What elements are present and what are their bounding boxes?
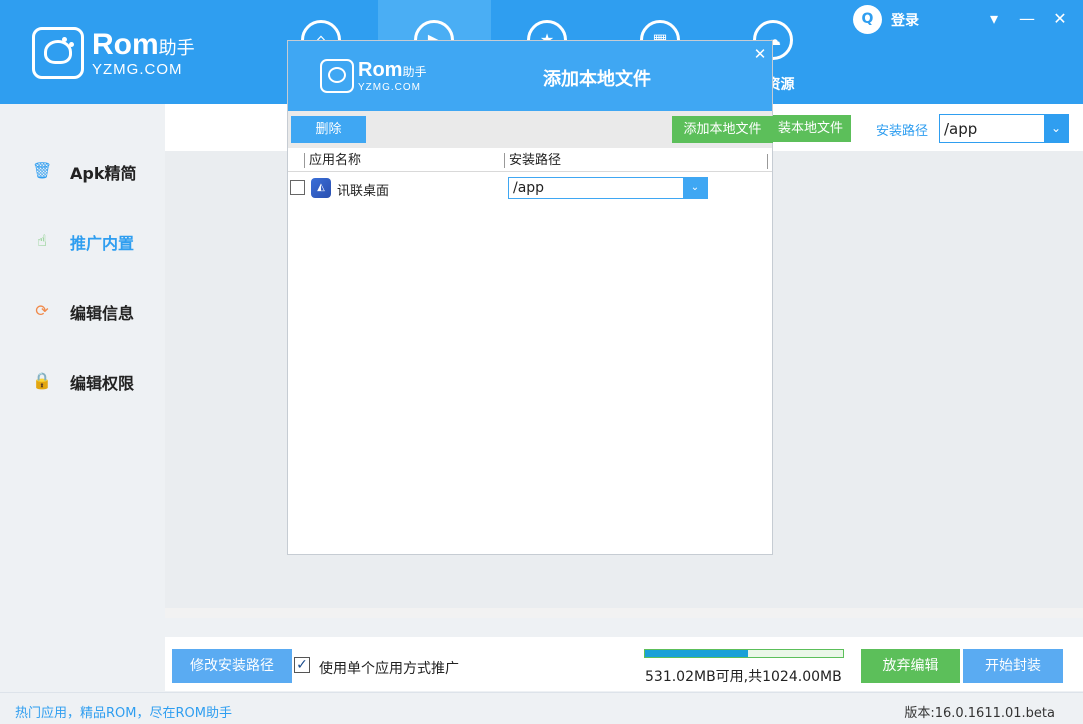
row-install-path-value: /app [513, 180, 545, 196]
sidebar-item-edit-permissions[interactable]: 🔒 编辑权限 [0, 360, 165, 400]
sidebar-item-edit-info[interactable]: ⟳ 编辑信息 [0, 290, 165, 330]
single-app-checkbox[interactable]: ✓ [294, 657, 310, 673]
sidebar-item-label: Apk精简 [70, 164, 137, 183]
trash-icon: 🗑 [32, 161, 53, 180]
storage-progress-bar [644, 649, 844, 658]
chevron-down-icon[interactable]: ⌄ [683, 178, 707, 198]
install-path-select[interactable]: /app ⌄ [939, 114, 1069, 143]
app-icon: ◭ [311, 178, 331, 198]
column-divider [767, 154, 768, 169]
status-bar: 热门应用，精品ROM，尽在ROM助手 版本:16.0.1611.01.beta [0, 692, 1083, 724]
version-label: 版本:16.0.1611.01.beta [904, 706, 1055, 721]
row-install-path-select[interactable]: /app ⌄ [508, 177, 708, 199]
touch-icon: ☝ [37, 231, 47, 250]
footer-bar: 修改安装路径 ✓ 使用单个应用方式推广 531.02MB可用,共1024.00M… [165, 637, 1083, 691]
sidebar: 🗑 Apk精简 ☝ 推广内置 ⟳ 编辑信息 🔒 编辑权限 [0, 104, 165, 692]
app-logo: Rom助手 YZMG.COM [32, 27, 222, 83]
dialog-title: 添加本地文件 [543, 69, 651, 90]
start-package-button[interactable]: 开始封装 [963, 649, 1063, 683]
column-header-install-path[interactable]: 安装路径 [504, 153, 561, 168]
chevron-down-icon[interactable]: ⌄ [1044, 115, 1068, 142]
sidebar-item-label: 推广内置 [70, 234, 135, 253]
qq-avatar-icon[interactable]: Q [853, 5, 882, 34]
table-header: 应用名称 安装路径 [288, 151, 772, 172]
dropdown-menu-icon[interactable]: ▾ [983, 8, 1005, 30]
dialog-toolbar: 删除 添加本地文件 [288, 111, 773, 148]
delete-button[interactable]: 删除 [291, 116, 366, 143]
column-header-app-name[interactable]: 应用名称 [304, 153, 361, 168]
logo-title: Rom助手 [92, 28, 195, 61]
close-window-icon[interactable]: ✕ [1049, 8, 1071, 30]
app-name: 讯联桌面 [337, 184, 390, 199]
lock-icon: 🔒 [32, 371, 52, 390]
sidebar-item-label: 编辑信息 [70, 304, 135, 323]
login-link[interactable]: 登录 [891, 10, 919, 30]
storage-progress-fill [645, 650, 748, 657]
add-local-file-button[interactable]: 装本地文件 [770, 115, 851, 142]
sidebar-item-promotion[interactable]: ☝ 推广内置 [0, 220, 165, 260]
sidebar-item-apk-slim[interactable]: 🗑 Apk精简 [0, 150, 165, 190]
row-checkbox[interactable] [290, 180, 305, 195]
add-local-file-dialog-button[interactable]: 添加本地文件 [672, 116, 773, 143]
discard-edit-button[interactable]: 放弃编辑 [861, 649, 960, 683]
single-app-label: 使用单个应用方式推广 [319, 661, 459, 677]
status-slogan: 热门应用，精品ROM，尽在ROM助手 [15, 706, 232, 721]
table-row[interactable]: ◭ 讯联桌面 /app ⌄ [288, 175, 772, 201]
modify-install-path-button[interactable]: 修改安装路径 [172, 649, 292, 683]
dialog-header: Rom助手 YZMG.COM 添加本地文件 ✕ [288, 41, 772, 111]
logo-subtitle: YZMG.COM [92, 61, 183, 78]
storage-text: 531.02MB可用,共1024.00MB [645, 669, 842, 685]
sidebar-item-label: 编辑权限 [70, 374, 135, 393]
refresh-icon: ⟳ [35, 301, 49, 320]
logo-mascot-icon [32, 27, 84, 79]
close-icon[interactable]: ✕ [751, 45, 769, 63]
minimize-icon[interactable]: — [1016, 8, 1038, 30]
add-local-file-dialog: Rom助手 YZMG.COM 添加本地文件 ✕ 删除 添加本地文件 应用名称 安… [287, 40, 773, 555]
main-divider [165, 608, 1083, 618]
install-path-value: /app [944, 120, 978, 138]
install-path-label: 安装路径 [876, 124, 929, 139]
